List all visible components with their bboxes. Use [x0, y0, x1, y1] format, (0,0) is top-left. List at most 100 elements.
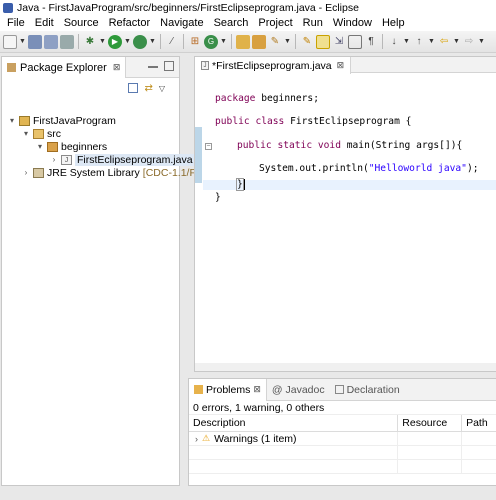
code-text: System.out.println(: [259, 163, 369, 174]
code-text: FirstEclipseprogram {: [284, 116, 412, 127]
tab-package-explorer[interactable]: Package Explorer ⊠: [2, 57, 127, 78]
chevron-right-icon[interactable]: ›: [195, 434, 198, 444]
new-icon[interactable]: [3, 34, 17, 49]
menu-file[interactable]: File: [2, 15, 30, 31]
view-menu-icon[interactable]: ▽: [159, 84, 165, 93]
pilcrow-icon[interactable]: ¶: [364, 35, 378, 49]
next-annotation-icon[interactable]: ↓: [387, 35, 401, 49]
editor-tabbar: J *FirstEclipseprogram.java ⊠: [195, 57, 496, 74]
problems-summary: 0 errors, 1 warning, 0 others: [193, 401, 325, 414]
tree-item-jre[interactable]: › JRE System Library [CDC-1.1/Foun: [22, 166, 214, 179]
toggle-mark-occurrences-icon[interactable]: ✎: [300, 35, 314, 49]
menu-edit[interactable]: Edit: [30, 15, 59, 31]
open-task-icon[interactable]: [252, 34, 266, 49]
tree-label-package: beginners: [61, 140, 108, 153]
search-icon[interactable]: ✎: [268, 35, 282, 49]
menu-help[interactable]: Help: [377, 15, 410, 31]
tab-declaration-label: Declaration: [346, 383, 400, 396]
new-dropdown-icon[interactable]: ▼: [19, 38, 26, 45]
horizontal-scrollbar[interactable]: [195, 363, 496, 371]
prev-annotation-dropdown-icon[interactable]: ▼: [428, 38, 435, 45]
tree-item-package[interactable]: ▾ beginners: [36, 140, 107, 153]
java-file-icon: J: [201, 61, 209, 70]
chevron-down-icon[interactable]: ▾: [22, 129, 30, 138]
menu-search[interactable]: Search: [209, 15, 254, 31]
close-icon[interactable]: ⊠: [253, 384, 261, 395]
window-titlebar: Java - FirstJavaProgram/src/beginners/Fi…: [0, 0, 496, 15]
package-explorer-tabbar: Package Explorer ⊠: [2, 57, 179, 78]
collapse-all-icon[interactable]: [128, 83, 139, 93]
save-all-icon[interactable]: [44, 34, 58, 49]
bottom-tabbar: Problems ⊠ @ Javadoc Declaration: [189, 378, 496, 401]
forward-icon[interactable]: ⇨: [462, 35, 476, 49]
new-class-dropdown-icon[interactable]: ▼: [220, 38, 227, 45]
show-whitespace-icon[interactable]: [348, 34, 362, 49]
menu-navigate[interactable]: Navigate: [155, 15, 208, 31]
save-icon[interactable]: [28, 34, 42, 49]
fold-toggle-icon[interactable]: –: [205, 143, 212, 150]
column-header-description[interactable]: Description: [189, 415, 399, 431]
problems-table-header: Description Resource Path: [189, 414, 496, 432]
external-tools-dropdown-icon[interactable]: ▼: [149, 38, 156, 45]
declaration-icon: [334, 385, 344, 394]
keyword-token: package: [215, 93, 256, 104]
column-header-path[interactable]: Path: [462, 415, 496, 431]
tab-problems[interactable]: Problems ⊠: [189, 378, 267, 401]
chevron-down-icon[interactable]: ▾: [8, 116, 16, 125]
chevron-down-icon[interactable]: ▾: [36, 142, 44, 151]
package-explorer-toolbar: ⇄ ▽: [2, 78, 179, 98]
new-class-icon[interactable]: G: [204, 34, 218, 49]
package-icon: [47, 141, 58, 152]
skip-breakpoints-icon[interactable]: ⁄: [165, 35, 179, 49]
table-row: [189, 445, 496, 460]
next-annotation-dropdown-icon[interactable]: ▼: [403, 38, 410, 45]
debug-dropdown-icon[interactable]: ▼: [99, 38, 106, 45]
text-caret: [244, 179, 245, 190]
keyword-token: public: [215, 116, 250, 127]
tree-item-src[interactable]: ▾ src: [22, 127, 61, 140]
code-area[interactable]: – package beginners; public class FirstE…: [195, 73, 496, 371]
keyword-token: void: [317, 140, 341, 151]
back-icon[interactable]: ⇦: [437, 35, 451, 49]
toggle-breadcrumb-icon[interactable]: [316, 34, 330, 49]
print-icon[interactable]: [60, 34, 74, 49]
close-icon[interactable]: ⊠: [337, 60, 345, 71]
menu-project[interactable]: Project: [253, 15, 297, 31]
chevron-right-icon[interactable]: ›: [50, 155, 58, 164]
editor-tab-label: *FirstEclipseprogram.java: [212, 59, 332, 72]
forward-dropdown-icon[interactable]: ▼: [478, 38, 485, 45]
menu-refactor[interactable]: Refactor: [104, 15, 156, 31]
open-type-icon[interactable]: [236, 34, 250, 49]
library-icon: [33, 167, 44, 178]
maximize-icon[interactable]: [164, 61, 174, 71]
tab-first-eclipse-program[interactable]: J *FirstEclipseprogram.java ⊠: [195, 57, 352, 74]
column-header-resource[interactable]: Resource: [398, 415, 463, 431]
run-dropdown-icon[interactable]: ▼: [124, 38, 131, 45]
debug-icon[interactable]: ✱: [83, 35, 97, 49]
tree-item-file[interactable]: › J FirstEclipseprogram.java: [50, 153, 195, 166]
block-selection-icon[interactable]: ⇲: [332, 35, 346, 49]
prev-annotation-icon[interactable]: ↑: [412, 35, 426, 49]
toolbar-separator: [78, 34, 79, 49]
new-java-project-icon[interactable]: ⊞: [188, 35, 202, 49]
code-line-println: System.out.println("Helloworld java");: [259, 163, 479, 174]
search-dropdown-icon[interactable]: ▼: [284, 38, 291, 45]
external-tools-icon[interactable]: [133, 34, 147, 49]
menu-source[interactable]: Source: [59, 15, 104, 31]
table-row[interactable]: › ⚠ Warnings (1 item): [189, 431, 496, 446]
toolbar-separator: [183, 34, 184, 49]
back-dropdown-icon[interactable]: ▼: [453, 38, 460, 45]
tab-javadoc[interactable]: @ Javadoc: [267, 379, 330, 401]
tree-label-jre: JRE System Library: [47, 166, 140, 179]
code-line-main: public static void main(String args[]){: [237, 140, 462, 151]
link-with-editor-icon[interactable]: ⇄: [144, 83, 152, 94]
tree-item-project[interactable]: ▾ FirstJavaProgram: [8, 114, 116, 127]
close-icon[interactable]: ⊠: [113, 62, 121, 73]
menu-window[interactable]: Window: [328, 15, 377, 31]
chevron-right-icon[interactable]: ›: [22, 168, 30, 177]
tab-declaration[interactable]: Declaration: [330, 379, 405, 401]
run-icon[interactable]: ▶: [108, 34, 122, 49]
minimize-icon[interactable]: [148, 66, 158, 68]
menu-run[interactable]: Run: [298, 15, 328, 31]
table-row: [189, 459, 496, 474]
